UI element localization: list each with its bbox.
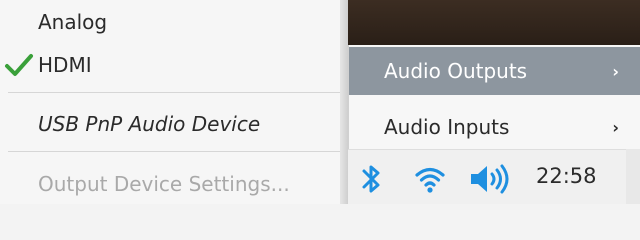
menu-item-label: Analog	[38, 10, 108, 34]
chevron-right-icon: ›	[612, 117, 619, 137]
clock[interactable]: 22:58	[536, 164, 597, 188]
taskbar-edge	[626, 149, 640, 204]
output-device-settings-item[interactable]: Output Device Settings...	[0, 162, 340, 206]
output-device-menu: Analog HDMI USB PnP Audio Device Output …	[0, 0, 340, 204]
wifi-icon[interactable]	[414, 163, 446, 195]
menu-item-label: Audio Outputs	[384, 59, 528, 83]
chevron-right-icon: ›	[612, 61, 619, 81]
menu-item-label: Audio Inputs	[384, 115, 510, 139]
menu-separator	[8, 92, 340, 93]
desktop-background	[348, 0, 640, 45]
taskbar-tray: 22:58	[348, 149, 640, 204]
volume-icon[interactable]	[468, 163, 512, 195]
menu-shadow	[340, 0, 348, 204]
menu-item-usb-audio[interactable]: USB PnP Audio Device	[0, 102, 340, 146]
menu-item-label: USB PnP Audio Device	[38, 112, 261, 136]
menu-item-audio-outputs[interactable]: Audio Outputs ›	[349, 47, 640, 95]
menu-item-label: Output Device Settings...	[38, 172, 290, 196]
menu-separator	[8, 151, 340, 152]
menu-item-label: HDMI	[38, 53, 92, 77]
audio-menu: Audio Outputs › Audio Inputs ›	[348, 45, 640, 149]
bluetooth-icon[interactable]	[358, 162, 386, 196]
menu-item-hdmi[interactable]: HDMI	[0, 43, 340, 87]
menu-item-analog[interactable]: Analog	[0, 0, 340, 44]
menu-item-audio-inputs[interactable]: Audio Inputs ›	[349, 103, 640, 151]
checkmark-icon	[4, 50, 34, 80]
